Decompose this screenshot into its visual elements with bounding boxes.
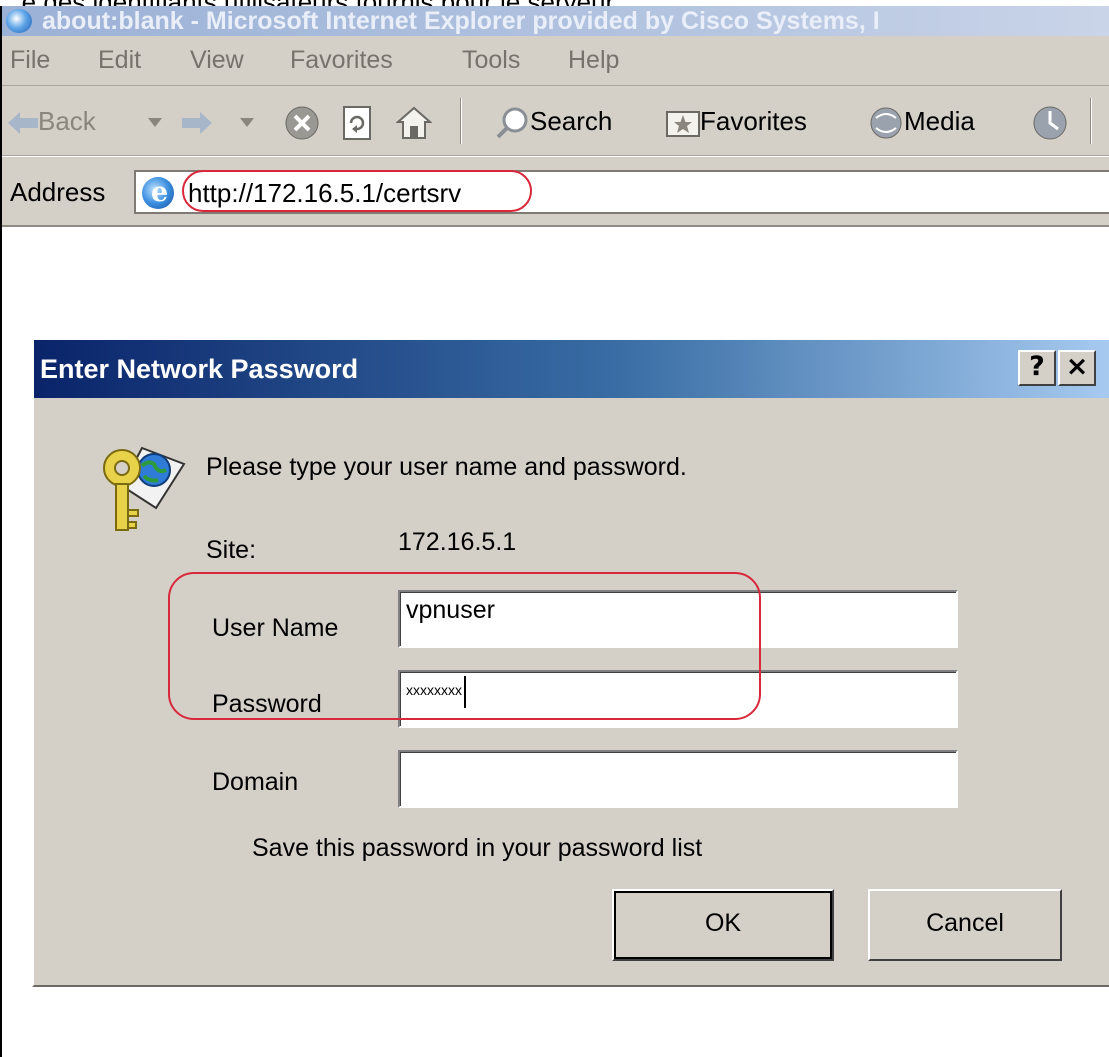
back-button[interactable]: Back: [8, 104, 96, 138]
chevron-down-icon: [148, 118, 162, 128]
address-input[interactable]: e http://172.16.5.1/certsrv: [134, 170, 1109, 214]
site-label: Site:: [206, 536, 257, 564]
window-title: about:blank - Microsoft Internet Explore…: [42, 7, 880, 35]
ie-app-icon: [6, 9, 32, 33]
favorites-star-icon: [666, 111, 700, 138]
media-icon: [870, 107, 902, 139]
menu-help[interactable]: Help: [568, 46, 619, 75]
back-arrow-icon: [8, 112, 38, 135]
save-password-label[interactable]: Save this password in your password list: [252, 834, 702, 863]
favorites-button[interactable]: Favorites: [666, 104, 807, 138]
stop-button[interactable]: [284, 104, 320, 140]
menu-favorites[interactable]: Favorites: [290, 46, 393, 75]
domain-label: Domain: [212, 768, 299, 796]
history-icon: [1033, 106, 1067, 140]
menu-edit[interactable]: Edit: [98, 46, 141, 75]
site-value: 172.16.5.1: [398, 528, 517, 556]
address-url: http://172.16.5.1/certsrv: [188, 178, 462, 208]
username-input[interactable]: vpnuser: [398, 590, 958, 648]
ok-button[interactable]: OK: [612, 889, 834, 961]
home-button[interactable]: [395, 104, 433, 140]
text-caret: [464, 676, 466, 708]
password-value: xxxxxxxx: [406, 682, 462, 698]
key-globe-icon: [103, 446, 186, 531]
address-bar: Address e http://172.16.5.1/certsrv: [2, 157, 1109, 227]
refresh-icon: [343, 106, 371, 141]
refresh-button[interactable]: [342, 104, 372, 141]
close-button[interactable]: ×: [1058, 350, 1096, 386]
network-password-dialog: Enter Network Password ? × Please type y…: [32, 338, 1109, 987]
forward-arrow-icon: [182, 112, 212, 135]
search-icon: [496, 107, 528, 139]
password-label: Password: [212, 690, 322, 718]
forward-dropdown-button[interactable]: [240, 104, 254, 138]
ie-page-icon: e: [142, 177, 174, 209]
chevron-down-icon: [240, 118, 254, 128]
toolbar-separator: [460, 98, 462, 144]
cancel-button[interactable]: Cancel: [868, 889, 1062, 961]
history-button[interactable]: [1032, 104, 1068, 140]
toolbar-separator: [1090, 98, 1092, 144]
search-button[interactable]: Search: [496, 104, 613, 139]
window-titlebar[interactable]: about:blank - Microsoft Internet Explore…: [2, 6, 1109, 36]
home-icon: [395, 106, 433, 140]
domain-input[interactable]: [398, 750, 958, 808]
address-label: Address: [10, 177, 106, 207]
menu-view[interactable]: View: [190, 46, 244, 75]
menu-file[interactable]: File: [10, 46, 50, 75]
dialog-prompt: Please type your user name and password.: [206, 453, 687, 481]
help-button[interactable]: ?: [1018, 350, 1056, 386]
dialog-title: Enter Network Password: [40, 354, 359, 384]
back-label: Back: [38, 106, 96, 136]
username-value: vpnuser: [406, 596, 495, 624]
username-label: User Name: [212, 614, 339, 642]
standard-toolbar: Back Search Favorites Media: [2, 86, 1109, 156]
menu-bar: File Edit View Favorites Tools Help: [2, 36, 1109, 86]
favorites-label: Favorites: [700, 106, 807, 136]
media-button[interactable]: Media: [868, 104, 975, 139]
back-dropdown-button[interactable]: [148, 104, 162, 138]
password-input[interactable]: xxxxxxxx: [398, 670, 958, 728]
forward-button[interactable]: [182, 104, 212, 138]
dialog-titlebar[interactable]: Enter Network Password ? ×: [34, 340, 1109, 398]
menu-tools[interactable]: Tools: [462, 46, 520, 75]
search-label: Search: [530, 106, 613, 136]
media-label: Media: [904, 106, 975, 136]
stop-icon: [285, 106, 319, 140]
